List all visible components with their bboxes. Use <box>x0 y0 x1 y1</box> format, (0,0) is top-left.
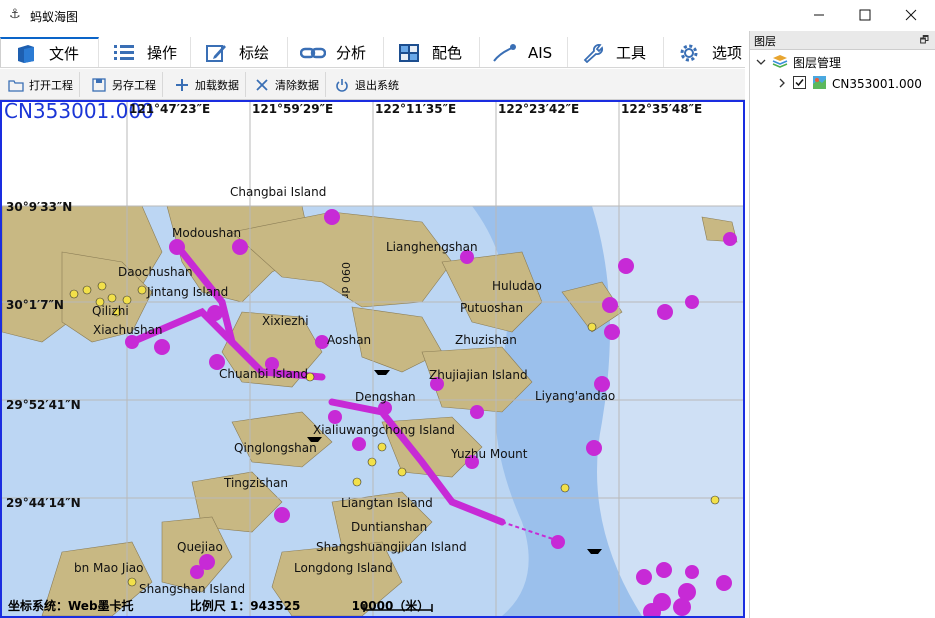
longitude-label: 121°59′29″E <box>252 102 334 116</box>
place-label: Quejiao <box>177 540 223 554</box>
coord-system-label: 坐标系统：Web墨卡托 <box>8 599 134 613</box>
place-label: Dengshan <box>355 390 416 404</box>
longitude-label: 122°35′48″E <box>621 102 703 116</box>
close-icon <box>905 9 917 21</box>
status-line: 坐标系统：Web墨卡托 比例尺 1：943525 10000（米） <box>8 597 429 614</box>
place-label: Xiachushan <box>93 323 163 337</box>
latitude-label: 29°44′14″N <box>6 496 81 510</box>
tab-color[interactable]: 配色 <box>384 37 480 67</box>
place-label: Daochushan <box>118 265 193 279</box>
place-label: bn Mao Jiao <box>74 561 144 575</box>
chart-map[interactable]: CN353001.000 121°47′23″E 121°59′29″E 122… <box>0 100 745 618</box>
place-label: Changbai Island <box>230 185 327 199</box>
place-label: Qinglongshan <box>234 441 317 455</box>
book-icon <box>13 43 39 65</box>
place-label: Liyang'andao <box>535 389 616 403</box>
grid-icon <box>396 42 422 64</box>
close-button[interactable] <box>888 0 934 30</box>
tree-layer-label: CN353001.000 <box>832 77 922 91</box>
layers-icon <box>772 54 788 71</box>
satellite-icon <box>492 42 518 64</box>
layer-panel: 图层 🗗 图层管理 CN353001.000 <box>749 31 935 618</box>
tab-file[interactable]: 文件 <box>0 37 99 67</box>
layer-panel-title: 图层 <box>754 35 776 48</box>
place-label: Modoushan <box>172 226 242 240</box>
place-label: Tingzishan <box>224 476 288 490</box>
place-label: Yuzhu Mount <box>451 447 528 461</box>
tree-root[interactable]: 图层管理 <box>756 54 841 71</box>
ribbon-tabs: 文件 操作 标绘 分析 配色 AIS 工具 选项 <box>0 37 745 68</box>
latitude-label: 30°9′33″N <box>6 200 73 214</box>
place-label: Qilizhi <box>92 304 129 318</box>
place-label: Xixiezhi <box>262 314 309 328</box>
exit-system-button[interactable]: 退出系统 <box>326 72 410 97</box>
place-label: Zhujiajian Island <box>429 368 528 382</box>
window-title: 蚂蚁海图 <box>30 10 79 24</box>
edit-icon <box>203 42 229 64</box>
place-label: Duntianshan <box>351 520 428 534</box>
maximize-button[interactable] <box>842 0 888 30</box>
minimize-button[interactable] <box>796 0 842 30</box>
tab-options[interactable]: 选项 <box>664 37 745 67</box>
longitude-label: 121°47′23″E <box>129 102 211 116</box>
link-icon <box>300 42 326 64</box>
place-label: Longdong Island <box>294 561 393 575</box>
tree-root-label: 图层管理 <box>793 56 842 70</box>
clear-icon <box>254 77 270 93</box>
latitude-label: 29°52′41″N <box>6 398 81 412</box>
tab-tools[interactable]: 工具 <box>568 37 664 67</box>
tab-ais[interactable]: AIS <box>480 37 568 67</box>
open-project-button[interactable]: 打开工程 <box>0 72 80 97</box>
tab-operation[interactable]: 操作 <box>99 37 191 67</box>
save-icon <box>91 77 107 93</box>
place-label: Lianghengshan <box>386 240 478 254</box>
layer-visibility-checkbox[interactable] <box>793 76 806 92</box>
place-label: Huludao <box>492 279 542 293</box>
longitude-label: 122°23′42″E <box>498 102 580 116</box>
wrench-icon <box>580 42 606 64</box>
save-project-as-button[interactable]: 另存工程 <box>83 72 163 97</box>
pin-icon[interactable]: 🗗 <box>920 33 929 50</box>
clear-data-button[interactable]: 清除数据 <box>246 72 326 97</box>
place-label: Zhuzishan <box>455 333 517 347</box>
tab-analysis[interactable]: 分析 <box>288 37 384 67</box>
place-label: Putuoshan <box>460 301 524 315</box>
place-label: Shangshuangjiuan Island <box>316 540 467 554</box>
gear-icon <box>676 42 702 64</box>
place-label: Liangtan Island <box>341 496 433 510</box>
place-label: Xialiuwangchong Island <box>313 423 455 437</box>
latitude-label: 30°1′7″N <box>6 298 64 312</box>
expand-chevron-icon[interactable] <box>777 77 787 91</box>
title-bar: ⚓ 蚂蚁海图 <box>0 0 935 30</box>
chart-canvas <box>2 102 743 616</box>
maximize-icon <box>859 9 871 21</box>
tab-plot[interactable]: 标绘 <box>191 37 288 67</box>
load-data-button[interactable]: 加载数据 <box>166 72 246 97</box>
tree-layer-item[interactable]: CN353001.000 <box>777 75 922 93</box>
place-label: Jintang Island <box>147 285 229 299</box>
place-label: Aoshan <box>327 333 372 347</box>
depth-contour-label: 090 dr <box>339 262 352 298</box>
collapse-chevron-icon[interactable] <box>756 56 766 70</box>
list-icon <box>111 42 137 64</box>
folder-open-icon <box>8 77 24 93</box>
place-label: Shangshan Island <box>139 582 246 596</box>
power-icon <box>334 77 350 93</box>
anchor-icon: ⚓ <box>9 7 21 22</box>
layer-panel-header: 图层 🗗 <box>750 31 935 50</box>
plus-icon <box>174 77 190 93</box>
minimize-icon <box>814 14 824 16</box>
scale-label: 比例尺 1：943525 <box>189 599 301 613</box>
chart-layer-icon <box>812 75 827 93</box>
longitude-label: 122°11′35″E <box>375 102 457 116</box>
toolbar: 打开工程 另存工程 加载数据 清除数据 退出系统 <box>0 69 745 100</box>
place-label: Chuanbi Island <box>219 367 309 381</box>
scalebar-label: 10000（米） <box>351 599 430 613</box>
